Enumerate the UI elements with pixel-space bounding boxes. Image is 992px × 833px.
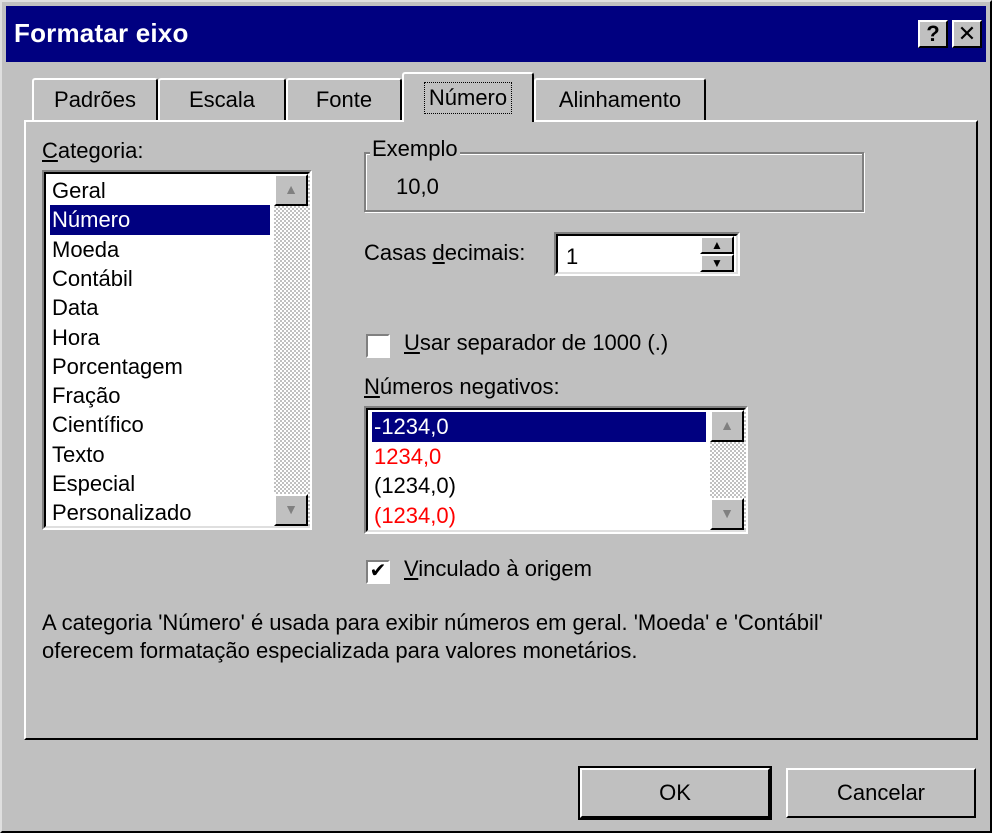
negatives-label: Números negativos: bbox=[364, 374, 560, 399]
category-item[interactable]: Geral bbox=[50, 176, 270, 206]
category-item[interactable]: Porcentagem bbox=[50, 352, 270, 382]
tab-numero[interactable]: Número bbox=[402, 72, 534, 122]
tab-panel-numero: Categoria: Geral Número Moeda Contábil Data H… bbox=[24, 120, 978, 740]
field-frame: 1 ▲ ▼ bbox=[556, 234, 738, 274]
negatives-scrollbar[interactable]: ▲ ▼ bbox=[710, 410, 746, 530]
tab-label: Escala bbox=[188, 87, 256, 112]
negative-format-item[interactable]: (1234,0) bbox=[372, 501, 706, 531]
linked-checkbox[interactable]: ✔ bbox=[366, 560, 390, 584]
category-item[interactable]: Número bbox=[50, 205, 270, 236]
listbox-frame: Geral Número Moeda Contábil Data Hora Porcenta… bbox=[44, 172, 310, 528]
category-item[interactable]: Moeda bbox=[50, 235, 270, 265]
category-item[interactable]: Hora bbox=[50, 323, 270, 353]
linked-label[interactable]: Vinculado à origem bbox=[404, 556, 592, 582]
cancel-button[interactable]: Cancelar bbox=[786, 768, 976, 818]
category-label: Categoria: bbox=[42, 138, 144, 163]
negatives-listbox[interactable]: -1234,0 1234,0 (1234,0) (1234,0) ▲ ▼ bbox=[364, 406, 748, 534]
tab-alinhamento[interactable]: Alinhamento bbox=[534, 78, 706, 122]
negative-format-item[interactable]: 1234,0 bbox=[372, 442, 706, 472]
category-item[interactable]: Texto bbox=[50, 440, 270, 470]
scroll-up-icon[interactable]: ▲ bbox=[274, 174, 308, 206]
spin-up-icon[interactable]: ▲ bbox=[700, 236, 734, 254]
tab-label: Padrões bbox=[54, 87, 136, 112]
decimals-value: 1 bbox=[566, 244, 579, 269]
close-icon[interactable]: ✕ bbox=[952, 20, 982, 48]
tab-padroes[interactable]: Padrões bbox=[32, 78, 158, 122]
description-line-1: A categoria 'Número' é usada para exibir… bbox=[42, 610, 823, 635]
category-scrollbar[interactable]: ▲ ▼ bbox=[274, 174, 310, 526]
scroll-down-icon[interactable]: ▼ bbox=[274, 494, 308, 526]
listbox-frame: -1234,0 1234,0 (1234,0) (1234,0) ▲ ▼ bbox=[366, 408, 746, 532]
example-label: Exemplo bbox=[370, 136, 460, 162]
category-label-rest: ategoria: bbox=[57, 138, 144, 163]
ok-button[interactable]: OK bbox=[578, 766, 772, 820]
tab-fonte[interactable]: Fonte bbox=[286, 78, 402, 122]
tab-label: Número bbox=[423, 82, 513, 114]
decimals-field[interactable]: 1 ▲ ▼ bbox=[554, 232, 740, 276]
thousands-checkbox[interactable] bbox=[366, 334, 390, 358]
window-title: Formatar eixo bbox=[14, 18, 189, 48]
scroll-up-icon[interactable]: ▲ bbox=[710, 410, 744, 442]
decimals-label: Casas decimais: bbox=[364, 240, 526, 265]
category-item[interactable]: Contábil bbox=[50, 264, 270, 294]
format-axis-dialog: Formatar eixo ? ✕ Padrões Escala Fonte N… bbox=[0, 0, 992, 833]
category-item[interactable]: Personalizado bbox=[50, 498, 270, 528]
negative-format-item[interactable]: -1234,0 bbox=[372, 412, 706, 442]
category-listbox[interactable]: Geral Número Moeda Contábil Data Hora Porcenta… bbox=[42, 170, 312, 530]
category-item[interactable]: Fração bbox=[50, 381, 270, 411]
example-value: 10,0 bbox=[396, 174, 439, 199]
help-icon[interactable]: ? bbox=[918, 20, 948, 48]
category-item[interactable]: Científico bbox=[50, 410, 270, 440]
thousands-label[interactable]: Usar separador de 1000 (.) bbox=[404, 330, 668, 356]
tab-escala[interactable]: Escala bbox=[158, 78, 286, 122]
negative-format-item[interactable]: (1234,0) bbox=[372, 471, 706, 501]
tab-label: Alinhamento bbox=[558, 87, 682, 112]
tab-label: Fonte bbox=[315, 87, 373, 112]
description-line-2: oferecem formatação especializada para v… bbox=[42, 638, 638, 663]
category-item[interactable]: Especial bbox=[50, 469, 270, 499]
category-item[interactable]: Data bbox=[50, 293, 270, 323]
title-bar[interactable]: Formatar eixo ? ✕ bbox=[6, 6, 986, 62]
spin-down-icon[interactable]: ▼ bbox=[700, 254, 734, 272]
scroll-down-icon[interactable]: ▼ bbox=[710, 498, 744, 530]
